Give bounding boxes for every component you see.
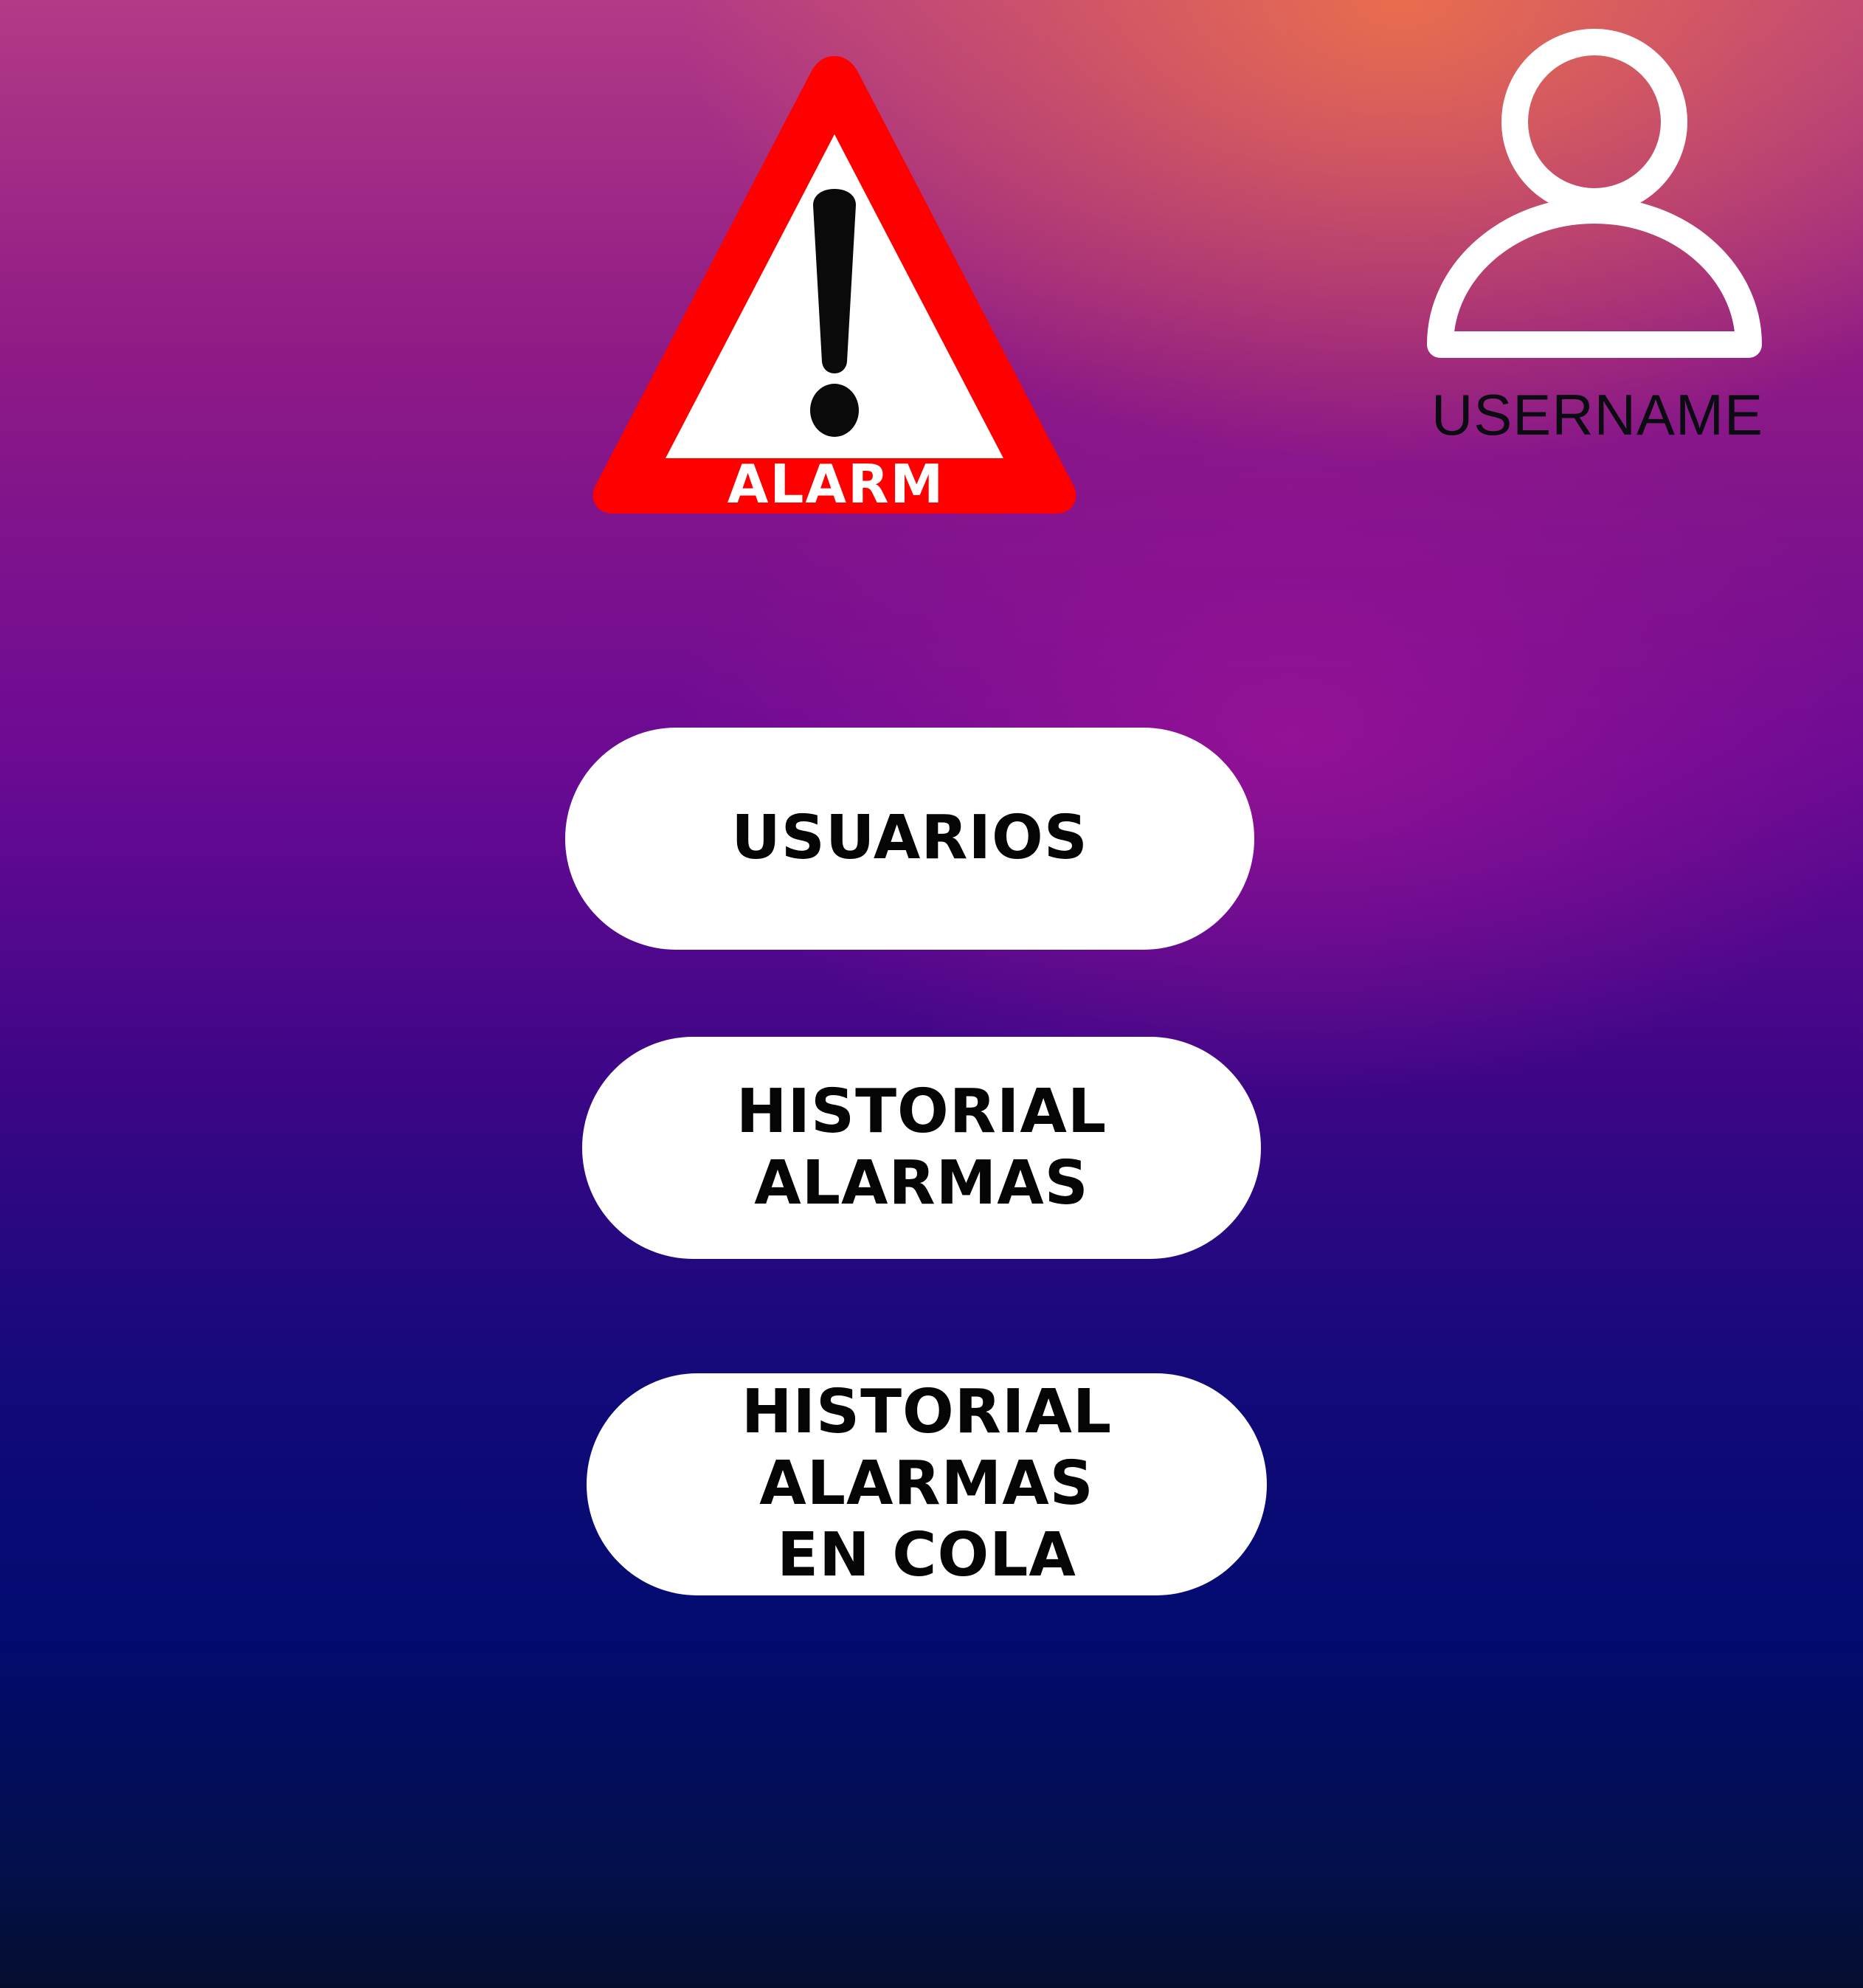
- alarm-logo: ALARM: [590, 52, 1079, 518]
- username-label: USERNAME: [1431, 382, 1764, 447]
- alarm-warning-triangle-icon: ALARM: [592, 56, 1076, 515]
- historial-alarmas-button[interactable]: HISTORIAL ALARMAS: [582, 1037, 1261, 1259]
- user-profile[interactable]: USERNAME: [1417, 26, 1778, 454]
- user-icon[interactable]: [1417, 26, 1765, 374]
- historial-alarmas-en-cola-button-label: HISTORIAL ALARMAS EN COLA: [741, 1377, 1113, 1590]
- usuarios-button-label: USUARIOS: [731, 803, 1088, 874]
- historial-alarmas-en-cola-button[interactable]: HISTORIAL ALARMAS EN COLA: [587, 1373, 1267, 1595]
- usuarios-button[interactable]: USUARIOS: [565, 728, 1254, 950]
- alarm-logo-label: ALARM: [727, 453, 944, 515]
- historial-alarmas-button-label: HISTORIAL ALARMAS: [736, 1076, 1107, 1218]
